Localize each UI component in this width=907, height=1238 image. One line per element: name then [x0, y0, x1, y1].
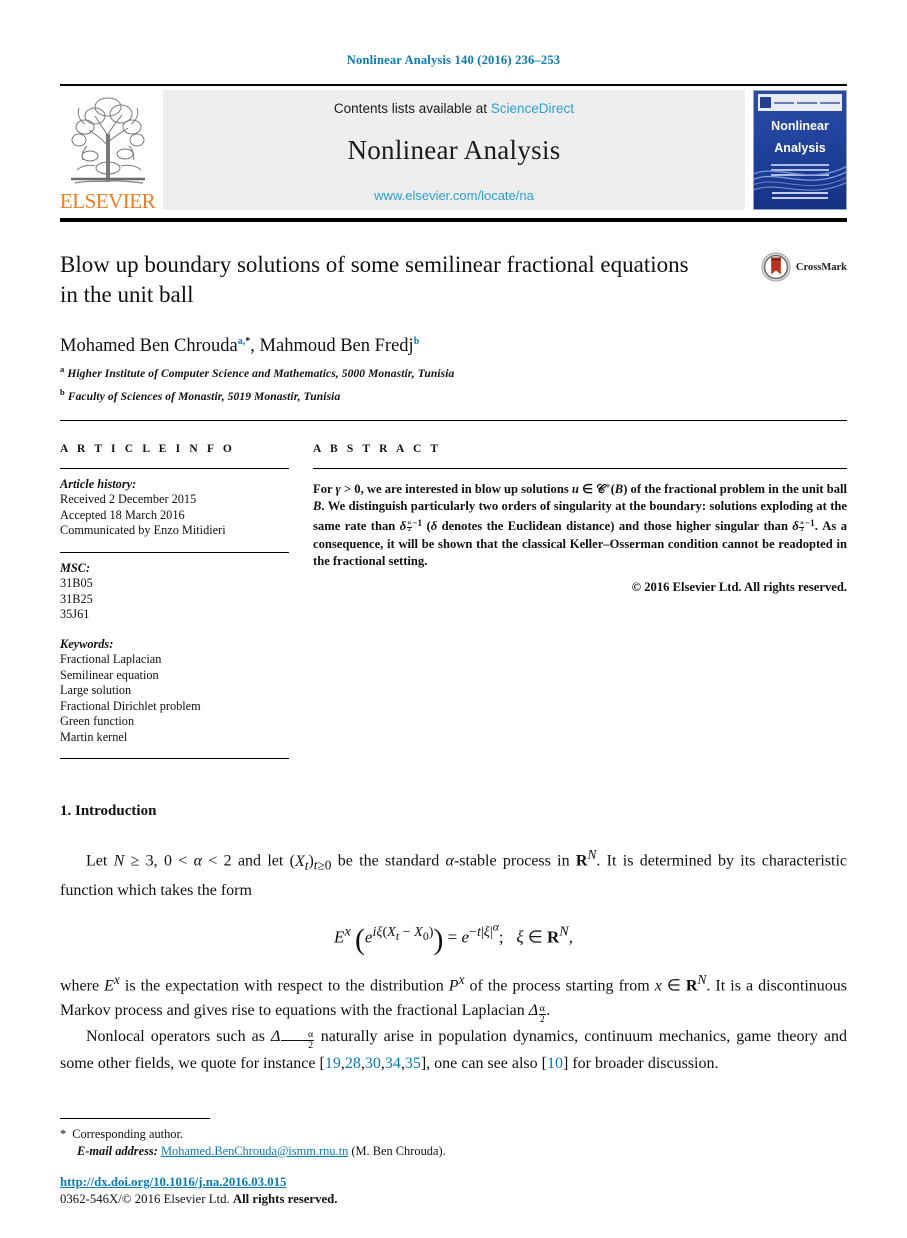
issn-copyright-line: 0362-546X/© 2016 Elsevier Ltd. All right… — [60, 1191, 337, 1208]
cover-header-strip — [758, 94, 842, 111]
section-heading-introduction: 1. Introduction — [60, 803, 157, 820]
footnote-area: * Corresponding author. E-mail address: M… — [60, 1118, 847, 1160]
footnote-corresponding-author: * Corresponding author. — [60, 1126, 847, 1143]
abstract-text: For γ > 0, we are interested in blow up … — [313, 480, 847, 569]
issn-rights: All rights reserved. — [232, 1192, 338, 1206]
journal-masthead: ELSEVIER Contents lists available at Sci… — [60, 84, 847, 214]
contents-prefix: Contents lists available at — [333, 101, 488, 116]
title-block: Blow up boundary solutions of some semil… — [60, 250, 847, 310]
affiliation-a: a Higher Institute of Computer Science a… — [60, 364, 847, 380]
article-history-accepted: Accepted 18 March 2016 — [60, 507, 185, 522]
article-first-page: Nonlinear Analysis 140 (2016) 236–253 EL… — [0, 0, 907, 1238]
article-history-label: Article history: — [60, 476, 137, 491]
footnote-corresponding-text: Corresponding author. — [72, 1127, 184, 1141]
msc-code-1: 31B25 — [60, 591, 93, 606]
article-info-column: A R T I C L E I N F O Article history: R… — [60, 443, 313, 760]
footnote-rule — [60, 1118, 210, 1119]
affiliation-text-a: Higher Institute of Computer Science and… — [67, 367, 455, 380]
msc-group: MSC: 31B05 31B25 35J61 — [60, 561, 289, 623]
email-address-label: E-mail address: — [77, 1144, 158, 1158]
keyword-3: Fractional Dirichlet problem — [60, 698, 201, 713]
msc-code-0: 31B05 — [60, 576, 93, 591]
abstract-heading: A B S T R A C T — [313, 442, 442, 455]
keyword-1: Semilinear equation — [60, 667, 159, 682]
keyword-5: Martin kernel — [60, 729, 128, 744]
article-history-received: Received 2 December 2015 — [60, 492, 197, 507]
msc-label: MSC: — [60, 560, 91, 575]
keywords-group: Keywords: Fractional Laplacian Semilinea… — [60, 637, 289, 746]
sciencedirect-link[interactable]: ScienceDirect — [491, 101, 574, 116]
abstract-column: A B S T R A C T For γ > 0, we are intere… — [313, 443, 847, 760]
running-head: Nonlinear Analysis 140 (2016) 236–253 — [346, 53, 561, 67]
footnote-email-line: E-mail address: Mohamed.BenChrouda@ismm.… — [60, 1143, 847, 1160]
msc-code-2: 35J61 — [60, 607, 90, 622]
article-history-communicated: Communicated by Enzo Mitidieri — [60, 523, 226, 538]
display-equation-1: Ex (eiξ(Xt − X0)) = e−t|ξ|α; ξ ∈ RN, — [334, 918, 573, 956]
bottom-block: http://dx.doi.org/10.1016/j.na.2016.03.0… — [60, 1173, 337, 1208]
email-link[interactable]: Mohamed.BenChrouda@ismm.rnu.tn — [161, 1144, 348, 1158]
journal-title: Nonlinear Analysis — [347, 135, 561, 165]
contents-band: Contents lists available at ScienceDirec… — [163, 90, 745, 210]
article-info-rule-top — [60, 467, 289, 469]
footnote-marker: * — [60, 1127, 67, 1141]
keywords-label: Keywords: — [60, 636, 114, 651]
author-list: Mohamed Ben Chroudaa,*, Mahmoud Ben Fred… — [60, 336, 420, 357]
cover-title-line1: Nonlinear — [771, 119, 829, 133]
issn-copyright: © 2016 Elsevier Ltd. — [121, 1192, 233, 1206]
affiliation-b: b Faculty of Sciences of Monastir, 5019 … — [60, 387, 847, 403]
affiliation-text-b: Faculty of Sciences of Monastir, 5019 Mo… — [67, 390, 341, 403]
elsevier-wordmark: ELSEVIER — [59, 189, 156, 213]
keyword-0: Fractional Laplacian — [60, 652, 162, 667]
article-history-group: Article history: Received 2 December 201… — [60, 477, 289, 539]
journal-cover-thumbnail[interactable]: Nonlinear Analysis — [753, 90, 847, 210]
title-bottom-rule — [60, 419, 847, 421]
abstract-rule — [313, 467, 847, 469]
intro-paragraph-2: where Ex is the expectation with respect… — [60, 971, 848, 1025]
elsevier-tree-icon — [70, 97, 145, 184]
crossmark-badge[interactable]: CrossMark — [761, 250, 847, 282]
affiliation-marker-b: b — [60, 386, 65, 397]
page-title: Blow up boundary solutions of some semil… — [60, 252, 689, 307]
keyword-2: Large solution — [60, 683, 132, 698]
email-owner: (M. Ben Chrouda). — [351, 1144, 446, 1158]
article-info-rule-mid — [60, 551, 289, 553]
article-info-heading: A R T I C L E I N F O — [60, 442, 235, 455]
doi-link[interactable]: http://dx.doi.org/10.1016/j.na.2016.03.0… — [60, 1175, 286, 1189]
masthead-bottom-rule — [60, 218, 847, 222]
elsevier-logo: ELSEVIER — [59, 86, 156, 214]
crossmark-icon — [761, 252, 791, 282]
cover-footer-lines — [772, 192, 828, 202]
intro-paragraph-1: Let N ≥ 3, 0 < α < 2 and let (Xt)t≥0 be … — [60, 847, 847, 899]
intro-paragraph-3: Nonlocal operators such as Δα2 naturally… — [60, 1028, 848, 1072]
affiliation-marker-a: a — [60, 364, 65, 375]
keyword-4: Green function — [60, 714, 135, 729]
issn-prefix: 0362-546X/ — [60, 1192, 122, 1206]
info-abstract-row: A R T I C L E I N F O Article history: R… — [60, 443, 847, 760]
contents-available-line: Contents lists available at ScienceDirec… — [334, 101, 574, 116]
crossmark-label: CrossMark — [795, 261, 847, 273]
article-info-rule-bottom — [60, 758, 289, 760]
abstract-copyright: © 2016 Elsevier Ltd. All rights reserved… — [631, 580, 847, 595]
journal-homepage-link[interactable]: www.elsevier.com/locate/na — [374, 188, 534, 203]
